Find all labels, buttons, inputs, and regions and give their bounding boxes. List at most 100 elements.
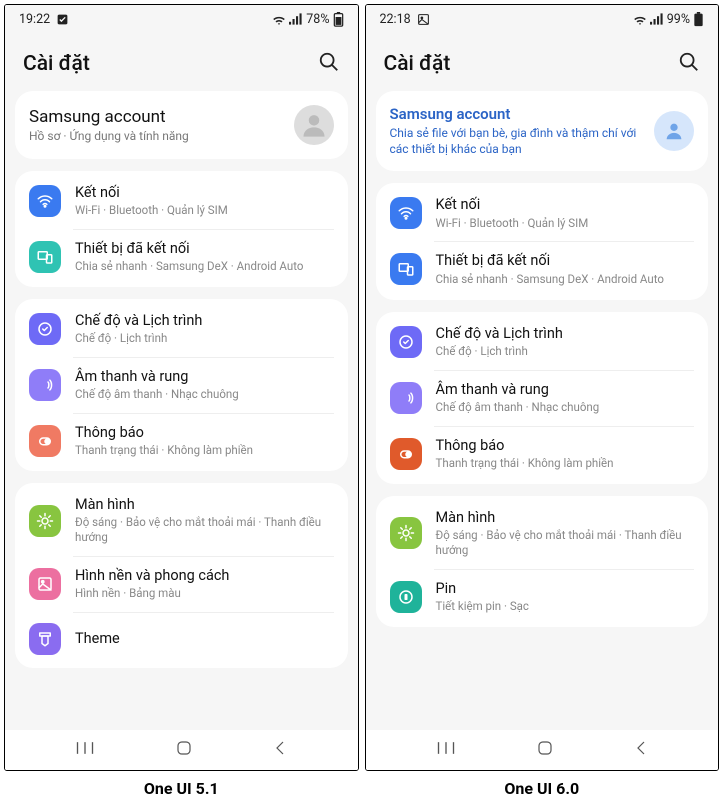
- wallpaper-icon: [29, 568, 61, 600]
- settings-row[interactable]: Chế độ và Lịch trìnhChế độ · Lịch trình: [376, 314, 709, 370]
- nav-back-icon[interactable]: [634, 739, 648, 761]
- row-title: Pin: [436, 580, 695, 598]
- notif-icon: [390, 438, 422, 470]
- group-modes: Chế độ và Lịch trìnhChế độ · Lịch trìnhÂ…: [376, 312, 709, 484]
- battery-icon: [390, 581, 422, 613]
- battery-status-icon: [333, 12, 344, 27]
- search-icon[interactable]: [318, 51, 340, 77]
- row-title: Theme: [75, 630, 334, 648]
- status-time: 22:18: [380, 12, 411, 27]
- wifi-status-icon: [633, 13, 647, 25]
- sound-icon: [29, 369, 61, 401]
- row-sub: Thanh trạng thái · Không làm phiền: [75, 443, 334, 458]
- group-display: Màn hìnhĐộ sáng · Bảo vệ cho mắt thoải m…: [376, 496, 709, 627]
- settings-row[interactable]: Âm thanh và rungChế độ âm thanh · Nhạc c…: [376, 370, 709, 426]
- row-title: Thông báo: [436, 437, 695, 455]
- settings-header: Cài đặt: [366, 33, 719, 91]
- row-title: Màn hình: [75, 496, 334, 514]
- row-sub: Chế độ · Lịch trình: [436, 344, 695, 359]
- captions-row: One UI 5.1 One UI 6.0: [0, 775, 723, 800]
- battery-status-icon: [693, 12, 704, 27]
- nav-bar: [366, 730, 719, 770]
- signal-icon: [289, 13, 303, 25]
- account-sub: Hồ sơ · Ứng dụng và tính năng: [29, 129, 282, 143]
- samsung-account-card[interactable]: Samsung account Chia sẻ file với bạn bè,…: [376, 91, 709, 171]
- comparison-wrap: 19:22 78% Cài đặt: [0, 0, 723, 775]
- display-icon: [390, 517, 422, 549]
- row-sub: Wi-Fi · Bluetooth · Quản lý SIM: [436, 216, 695, 231]
- settings-row[interactable]: Kết nốiWi-Fi · Bluetooth · Quản lý SIM: [15, 173, 348, 229]
- status-time: 19:22: [19, 12, 50, 27]
- nav-back-icon[interactable]: [273, 739, 287, 761]
- avatar: [294, 105, 334, 145]
- row-title: Thiết bị đã kết nối: [436, 252, 695, 270]
- account-title: Samsung account: [29, 107, 282, 127]
- row-title: Hình nền và phong cách: [75, 567, 334, 585]
- row-title: Kết nối: [436, 196, 695, 214]
- status-battery-pct: 78%: [306, 12, 329, 27]
- nav-home-icon[interactable]: [175, 739, 193, 761]
- group-connections: Kết nốiWi-Fi · Bluetooth · Quản lý SIMTh…: [15, 171, 348, 287]
- group-display: Màn hìnhĐộ sáng · Bảo vệ cho mắt thoải m…: [15, 483, 348, 668]
- row-title: Kết nối: [75, 184, 334, 202]
- page-title: Cài đặt: [23, 52, 90, 76]
- wifi-icon: [29, 185, 61, 217]
- wifi-icon: [390, 197, 422, 229]
- settings-row[interactable]: Màn hìnhĐộ sáng · Bảo vệ cho mắt thoải m…: [376, 498, 709, 569]
- wifi-status-icon: [272, 13, 286, 25]
- image-icon: [417, 13, 430, 26]
- row-title: Âm thanh và rung: [75, 368, 334, 386]
- settings-row[interactable]: Âm thanh và rungChế độ âm thanh · Nhạc c…: [15, 357, 348, 413]
- settings-row[interactable]: Chế độ và Lịch trìnhChế độ · Lịch trình: [15, 301, 348, 357]
- devices-icon: [390, 253, 422, 285]
- settings-row[interactable]: Thông báoThanh trạng thái · Không làm ph…: [376, 426, 709, 482]
- status-battery-pct: 99%: [667, 12, 690, 27]
- phone-left: 19:22 78% Cài đặt: [4, 4, 359, 771]
- page-title: Cài đặt: [384, 52, 451, 76]
- settings-row[interactable]: Hình nền và phong cáchHình nền · Bảng mà…: [15, 556, 348, 612]
- search-icon[interactable]: [678, 51, 700, 77]
- row-title: Chế độ và Lịch trình: [75, 312, 334, 330]
- settings-row[interactable]: Theme: [15, 612, 348, 666]
- row-sub: Chia sẻ nhanh · Samsung DeX · Android Au…: [436, 272, 695, 287]
- status-bar: 19:22 78%: [5, 5, 358, 33]
- account-sub: Chia sẻ file với bạn bè, gia đình và thậ…: [390, 125, 643, 157]
- settings-header: Cài đặt: [5, 33, 358, 91]
- samsung-account-card[interactable]: Samsung account Hồ sơ · Ứng dụng và tính…: [15, 91, 348, 159]
- row-title: Chế độ và Lịch trình: [436, 325, 695, 343]
- nav-recent-icon[interactable]: [75, 740, 95, 760]
- settings-row[interactable]: Kết nối Wi-Fi · Bluetooth · Quản lý SIM: [376, 185, 709, 241]
- row-sub: Tiết kiệm pin · Sạc: [436, 599, 695, 614]
- row-sub: Wi-Fi · Bluetooth · Quản lý SIM: [75, 203, 334, 218]
- avatar: [654, 111, 694, 151]
- nav-recent-icon[interactable]: [436, 740, 456, 760]
- settings-scroll[interactable]: Samsung account Hồ sơ · Ứng dụng và tính…: [5, 91, 358, 730]
- settings-row[interactable]: Thông báoThanh trạng thái · Không làm ph…: [15, 413, 348, 469]
- row-sub: Độ sáng · Bảo vệ cho mắt thoải mái · Tha…: [75, 515, 334, 545]
- signal-icon: [650, 13, 664, 25]
- row-sub: Hình nền · Bảng màu: [75, 586, 334, 601]
- check-icon: [56, 13, 69, 26]
- settings-row[interactable]: Màn hìnhĐộ sáng · Bảo vệ cho mắt thoải m…: [15, 485, 348, 556]
- row-sub: Chế độ âm thanh · Nhạc chuông: [436, 400, 695, 415]
- phone-right: 22:18 99% Cài đặt: [365, 4, 720, 771]
- account-title: Samsung account: [390, 105, 643, 123]
- nav-home-icon[interactable]: [536, 739, 554, 761]
- theme-icon: [29, 623, 61, 655]
- row-title: Thiết bị đã kết nối: [75, 240, 334, 258]
- status-bar: 22:18 99%: [366, 5, 719, 33]
- sound-icon: [390, 382, 422, 414]
- caption-right: One UI 6.0: [365, 779, 720, 798]
- group-connections: Kết nối Wi-Fi · Bluetooth · Quản lý SIM Th…: [376, 183, 709, 299]
- settings-row[interactable]: Thiết bị đã kết nối Chia sẻ nhanh · Samsu…: [376, 241, 709, 297]
- caption-left: One UI 5.1: [4, 779, 359, 798]
- row-title: Âm thanh và rung: [436, 381, 695, 399]
- row-title: Màn hình: [436, 509, 695, 527]
- devices-icon: [29, 241, 61, 273]
- row-sub: Chế độ · Lịch trình: [75, 331, 334, 346]
- settings-scroll[interactable]: Samsung account Chia sẻ file với bạn bè,…: [366, 91, 719, 730]
- settings-row[interactable]: PinTiết kiệm pin · Sạc: [376, 569, 709, 625]
- row-title: Thông báo: [75, 424, 334, 442]
- row-sub: Chia sẻ nhanh · Samsung DeX · Android Au…: [75, 259, 334, 274]
- settings-row[interactable]: Thiết bị đã kết nốiChia sẻ nhanh · Samsu…: [15, 229, 348, 285]
